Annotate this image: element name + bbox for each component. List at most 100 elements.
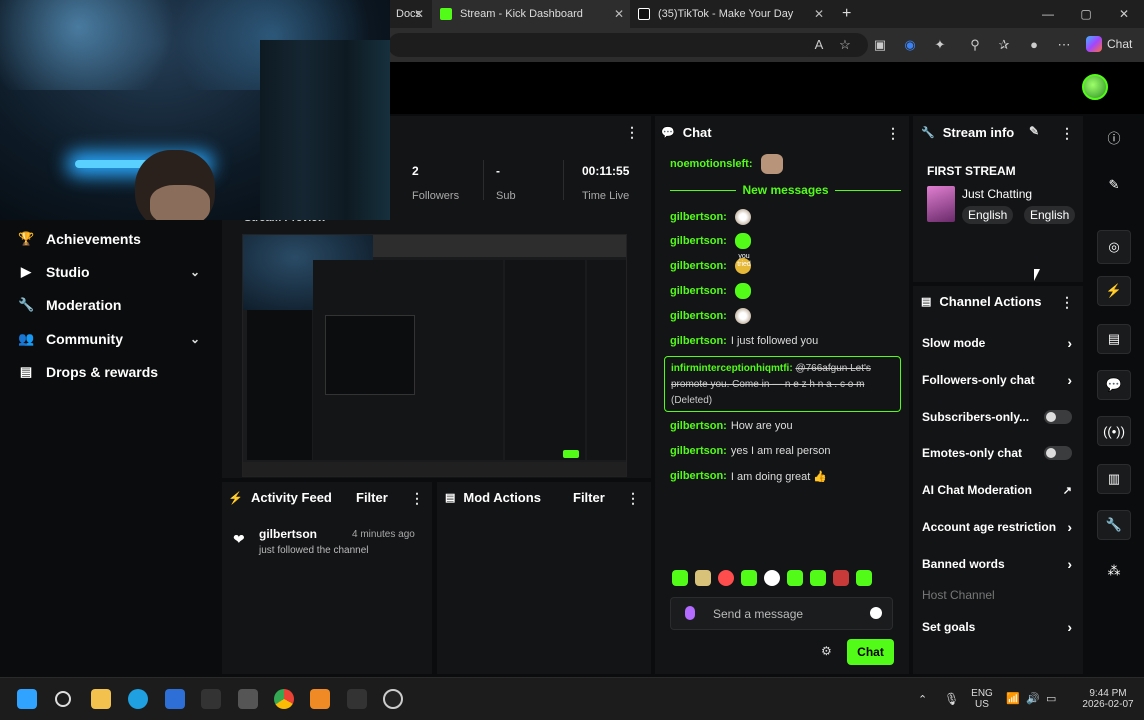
kebab-menu-icon[interactable]: ⋮ (1060, 125, 1074, 142)
emote-icon[interactable] (856, 570, 872, 586)
epic-games-icon[interactable] (347, 689, 367, 709)
activity-filter-button[interactable]: Filter (356, 490, 388, 505)
emote-icon[interactable] (810, 570, 826, 586)
app-icon[interactable] (238, 689, 258, 709)
sidebar-item-community[interactable]: 👥 Community ⌄ (18, 327, 208, 351)
sidebar-item-moderation[interactable]: 🔧 Moderation (18, 293, 208, 317)
followers-only-item[interactable]: Followers-only chat › (922, 370, 1078, 390)
tab-kick-dashboard[interactable]: Stream - Kick Dashboard ✕ (432, 0, 630, 28)
tip-icon[interactable]: ◎ (1097, 230, 1131, 264)
minimize-icon[interactable]: — (1030, 0, 1066, 28)
extensions-icon[interactable]: ✦ (931, 36, 949, 54)
sidebar-item-studio[interactable]: ▶ Studio ⌄ (18, 260, 208, 284)
battery-icon[interactable]: ▭ (1046, 692, 1056, 705)
profile-icon[interactable]: ● (1025, 36, 1043, 54)
emotes-only-toggle[interactable] (1044, 446, 1072, 460)
lightning-icon[interactable]: ⚡ (1097, 276, 1131, 306)
account-age-item[interactable]: Account age restriction › (922, 517, 1078, 537)
split-screen-icon[interactable]: ⚲ (966, 36, 984, 54)
chat-username[interactable]: gilbertson: (670, 235, 727, 247)
mod-filter-button[interactable]: Filter (573, 490, 605, 505)
volume-icon[interactable]: 🔊 (1026, 692, 1040, 705)
chat-username[interactable]: gilbertson: (670, 335, 727, 347)
tab-tiktok[interactable]: (35)TikTok - Make Your Day ✕ (630, 0, 830, 28)
microphone-icon[interactable] (685, 606, 695, 620)
chat-bubble-icon[interactable]: 💬 (1097, 370, 1131, 400)
stream-preview-video[interactable] (242, 234, 627, 477)
kebab-menu-icon[interactable]: ⋮ (625, 124, 639, 141)
emote-icon[interactable] (741, 570, 757, 586)
address-bar[interactable] (388, 33, 868, 57)
emote-icon[interactable] (672, 570, 688, 586)
windows-start-icon[interactable] (17, 689, 37, 709)
sidebar-item-drops[interactable]: ▤ Drops & rewards (18, 360, 208, 384)
extension-icon[interactable]: ▣ (871, 36, 889, 54)
more-icon[interactable]: ⋯ (1055, 36, 1073, 54)
chrome-icon[interactable] (274, 689, 294, 709)
close-icon[interactable]: ✕ (614, 7, 624, 21)
emote-icon[interactable] (695, 570, 711, 586)
wrench-icon[interactable]: 🔧 (1097, 510, 1131, 540)
pencil-icon[interactable]: ✎ (1029, 124, 1039, 138)
file-explorer-icon[interactable] (91, 689, 111, 709)
sidebar-item-achievements[interactable]: 🏆 Achievements (18, 227, 208, 251)
language-indicator[interactable]: ENG US (970, 688, 994, 710)
avatar[interactable] (1082, 74, 1108, 100)
chat-username[interactable]: gilbertson: (670, 470, 727, 482)
ai-moderation-item[interactable]: AI Chat Moderation ↗ (922, 480, 1078, 500)
new-messages-divider[interactable]: New messages (670, 183, 901, 197)
emoji-picker-icon[interactable] (870, 607, 882, 619)
chat-username[interactable]: gilbertson: (670, 310, 727, 322)
kebab-menu-icon[interactable]: ⋮ (626, 490, 640, 507)
feed-user[interactable]: gilbertson (259, 527, 317, 541)
close-icon[interactable]: ✕ (414, 7, 424, 21)
read-aloud-icon[interactable]: A (810, 36, 828, 54)
vpn-icon[interactable]: ◉ (901, 36, 919, 54)
chat-username[interactable]: gilbertson: (670, 445, 727, 457)
maximize-icon[interactable]: ▢ (1068, 0, 1104, 28)
search-icon[interactable] (55, 691, 71, 707)
emote-icon[interactable] (833, 570, 849, 586)
chat-username[interactable]: gilbertson: (670, 260, 727, 272)
epic-games-icon[interactable] (201, 689, 221, 709)
new-tab-button[interactable]: + (834, 0, 854, 28)
close-window-icon[interactable]: ✕ (1106, 0, 1142, 28)
chevron-up-icon[interactable]: ⌃ (918, 693, 927, 706)
chat-username[interactable]: noemotionsleft: (670, 158, 753, 170)
layout-icon[interactable]: ▥ (1097, 464, 1131, 494)
microphone-icon[interactable]: 🎙 (944, 692, 959, 706)
info-icon[interactable]: ⓘ (1097, 122, 1131, 152)
emote-icon[interactable] (718, 570, 734, 586)
send-chat-button[interactable]: Chat (847, 639, 894, 665)
emote-icon[interactable] (787, 570, 803, 586)
tab-docs[interactable]: Docs ✕ (388, 0, 430, 28)
chat-username[interactable]: gilbertson: (670, 285, 727, 297)
emote-icon[interactable] (764, 570, 780, 586)
favorite-star-icon[interactable]: ☆ (836, 36, 854, 54)
set-goals-item[interactable]: Set goals › (922, 617, 1078, 637)
copilot-button[interactable]: Chat (1086, 36, 1132, 52)
slow-mode-item[interactable]: Slow mode › (922, 333, 1078, 353)
share-icon[interactable]: ⁂ (1097, 556, 1131, 586)
favorites-icon[interactable]: ✰ (995, 36, 1013, 54)
chat-username[interactable]: gilbertson: (670, 211, 727, 223)
edge-browser-icon[interactable] (128, 689, 148, 709)
clock[interactable]: 9:44 PM 2026-02-07 (1076, 688, 1140, 710)
chat-username[interactable]: infirminterceptionhiqmtfi: (671, 363, 793, 374)
kebab-menu-icon[interactable]: ⋮ (410, 490, 424, 507)
pencil-icon[interactable]: ✎ (1097, 170, 1131, 200)
obs-icon[interactable] (383, 689, 403, 709)
wifi-icon[interactable]: 📶 (1006, 692, 1020, 705)
document-icon[interactable]: ▤ (1097, 324, 1131, 354)
subscribers-only-toggle[interactable] (1044, 410, 1072, 424)
kebab-menu-icon[interactable]: ⋮ (1060, 294, 1074, 311)
app-icon[interactable] (165, 689, 185, 709)
chat-username[interactable]: gilbertson: (670, 420, 727, 432)
stream-category[interactable]: Just Chatting (962, 187, 1032, 201)
gear-icon[interactable]: ⚙ (821, 644, 832, 658)
chat-message-input[interactable]: Send a message (670, 597, 893, 630)
banned-words-item[interactable]: Banned words › (922, 554, 1078, 574)
app-icon[interactable] (310, 689, 330, 709)
deleted-message[interactable]: infirminterceptionhiqmtfi: @766afgun Let… (664, 356, 901, 412)
kebab-menu-icon[interactable]: ⋮ (886, 125, 900, 142)
